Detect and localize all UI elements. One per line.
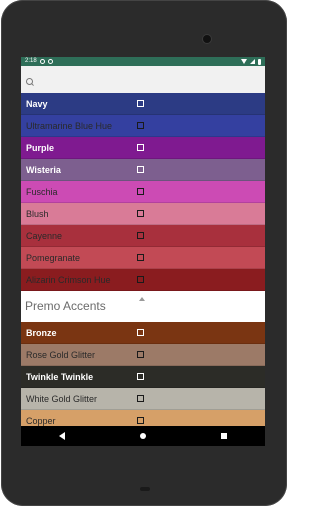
recent-apps-icon[interactable] — [221, 433, 228, 439]
checkbox[interactable] — [137, 100, 144, 107]
color-row[interactable]: White Gold Glitter — [21, 388, 265, 410]
color-list: Navy Ultramarine Blue Hue Purple Wisteria Fu… — [21, 93, 265, 432]
color-row[interactable]: Purple — [21, 137, 265, 159]
color-name: Rose Gold Glitter — [26, 350, 96, 360]
checkbox[interactable] — [137, 188, 144, 195]
checkbox[interactable] — [137, 210, 144, 217]
camera — [203, 35, 211, 43]
color-row[interactable]: Wisteria — [21, 159, 265, 181]
notification-icon — [39, 59, 45, 64]
checkbox[interactable] — [137, 276, 144, 283]
color-row[interactable]: Cayenne — [21, 225, 265, 247]
color-name: Pomegranate — [26, 253, 81, 263]
speaker — [140, 487, 150, 491]
signal-icon — [250, 59, 255, 64]
sync-icon — [47, 59, 53, 64]
color-row[interactable]: Blush — [21, 203, 265, 225]
color-name: Wisteria — [26, 165, 61, 175]
color-name: Copper — [26, 416, 56, 426]
wifi-icon — [241, 59, 247, 64]
color-row[interactable]: Twinkle Twinkle — [21, 366, 265, 388]
checkbox[interactable] — [137, 166, 144, 173]
color-row[interactable]: Pomegranate — [21, 247, 265, 269]
color-name: Bronze — [26, 328, 57, 338]
checkbox[interactable] — [137, 373, 144, 380]
color-row[interactable]: Bronze — [21, 322, 265, 344]
color-name: Alizarin Crimson Hue — [26, 275, 111, 285]
color-name: Cayenne — [26, 231, 63, 241]
color-row[interactable]: Fuschia — [21, 181, 265, 203]
search-bar[interactable] — [21, 66, 265, 93]
checkbox[interactable] — [137, 417, 144, 424]
back-icon[interactable] — [58, 432, 65, 440]
checkbox[interactable] — [137, 122, 144, 129]
checkbox[interactable] — [137, 351, 144, 358]
battery-icon — [258, 58, 261, 65]
search-icon[interactable] — [26, 78, 33, 85]
collapse-caret-icon[interactable] — [139, 297, 145, 301]
home-icon[interactable] — [139, 433, 146, 439]
navigation-bar — [21, 426, 265, 446]
section-header: Premo Accents — [21, 291, 265, 322]
checkbox[interactable] — [137, 395, 144, 402]
color-name: Navy — [26, 99, 48, 109]
checkbox[interactable] — [137, 232, 144, 239]
color-name: Fuschia — [26, 187, 58, 197]
status-right — [241, 58, 261, 65]
status-left: 2:18 — [25, 57, 53, 66]
checkbox[interactable] — [137, 254, 144, 261]
checkbox[interactable] — [137, 329, 144, 336]
status-bar: 2:18 — [21, 57, 265, 66]
section-title: Premo Accents — [25, 299, 106, 313]
color-name: Blush — [26, 209, 49, 219]
color-row[interactable]: Alizarin Crimson Hue — [21, 269, 265, 291]
color-name: Purple — [26, 143, 55, 153]
screen: 2:18 Navy Ultramarine Blue Hue Purple Wiste… — [21, 57, 265, 446]
color-name: Ultramarine Blue Hue — [26, 121, 113, 131]
color-row[interactable]: Rose Gold Glitter — [21, 344, 265, 366]
color-row[interactable]: Ultramarine Blue Hue — [21, 115, 265, 137]
checkbox[interactable] — [137, 144, 144, 151]
color-name: Twinkle Twinkle — [26, 372, 94, 382]
color-name: White Gold Glitter — [26, 394, 98, 404]
status-time: 2:18 — [25, 58, 37, 64]
color-row[interactable]: Navy — [21, 93, 265, 115]
